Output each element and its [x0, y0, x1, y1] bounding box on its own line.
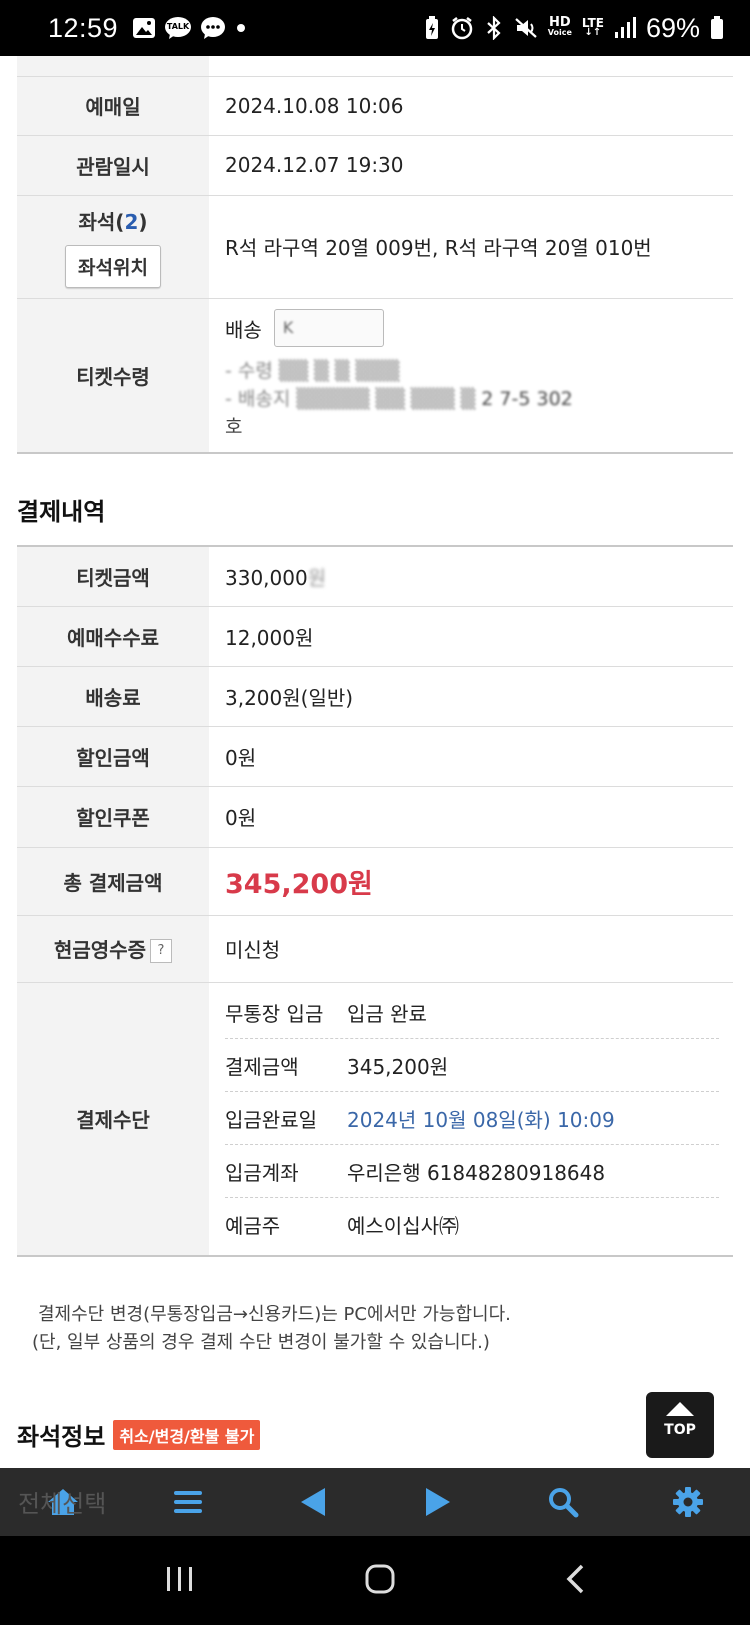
- back-button[interactable]: [283, 1472, 343, 1532]
- table-row: 관람일시 2024.12.07 19:30: [17, 135, 733, 196]
- seat-label: 좌석(2): [78, 209, 148, 234]
- arrow-up-icon: [666, 1402, 694, 1416]
- recent-apps-button[interactable]: [164, 1565, 196, 1597]
- recent-apps-icon: [167, 1566, 192, 1591]
- table-row: 예매일 2024.10.08 10:06: [17, 76, 733, 136]
- scroll-top-button[interactable]: TOP: [646, 1392, 714, 1458]
- menu-button[interactable]: [158, 1472, 218, 1532]
- table-row: [17, 56, 733, 77]
- chevron-left-icon: [566, 1564, 584, 1593]
- pay-row-type: 무통장 입금 입금 완료: [225, 986, 719, 1040]
- row-value: 2024.12.07 19:30: [209, 135, 733, 196]
- kakaotalk-icon: TALK: [164, 16, 192, 40]
- forward-button[interactable]: [408, 1472, 468, 1532]
- payment-table: 티켓금액 330,000원 예매수수료 12,000원 배송료 3,200원(일…: [17, 545, 733, 1257]
- search-button[interactable]: [533, 1472, 593, 1532]
- booking-info-table: 예매일 2024.10.08 10:06 관람일시 2024.12.07 19:…: [17, 56, 733, 454]
- clock: 12:59: [48, 12, 119, 43]
- gear-icon: [672, 1487, 703, 1517]
- seat-location-button[interactable]: 좌석위치: [65, 244, 161, 288]
- row-label: 예매일: [17, 76, 209, 136]
- pay-row-deposit-date: 입금완료일 2024년 10월 08일(화) 10:09: [225, 1092, 719, 1146]
- battery-icon: [710, 16, 724, 40]
- payment-method-label: 결제수단: [17, 982, 209, 1257]
- lte-icon: LTE ↓↑: [581, 16, 604, 38]
- signal-icon: [614, 17, 636, 39]
- talk-label: TALK: [166, 22, 190, 31]
- table-row: 배송료 3,200원(일반): [17, 666, 733, 727]
- pay-row-amount: 결제금액 345,200원: [225, 1039, 719, 1093]
- cash-receipt-row: 현금영수증? 미신청: [17, 915, 733, 983]
- alarm-icon: [450, 16, 474, 40]
- search-icon: [548, 1488, 578, 1518]
- payment-section-title: 결제내역: [17, 498, 106, 526]
- browser-toolbar: 전체선택: [0, 1468, 750, 1536]
- bluetooth-icon: [484, 16, 504, 40]
- row-value: 2024.10.08 10:06: [209, 76, 733, 136]
- gallery-icon: [132, 17, 156, 39]
- receipt-line-1: - 수령 ▒▒ ▒ ▒ ▒▒▒: [225, 360, 400, 383]
- system-nav-bar: [0, 1536, 750, 1625]
- seat-info-title: 좌석정보: [17, 1423, 106, 1451]
- delivery-method-select[interactable]: K: [273, 309, 384, 348]
- arrow-left-icon: [300, 1488, 325, 1516]
- delivery-method: 배송 K: [225, 309, 733, 348]
- table-row: 할인쿠폰 0원: [17, 786, 733, 848]
- payment-notice: 결제수단 변경(무통장입금→신용카드)는 PC에서만 가능합니다. (단, 일부…: [32, 1304, 511, 1353]
- row-label: 관람일시: [17, 135, 209, 196]
- cash-receipt-label: 현금영수증: [54, 937, 146, 962]
- dot-icon: [234, 21, 248, 35]
- status-bar: 12:59 TALK HD Voice LTE ↓↑ 69%: [0, 0, 750, 56]
- cash-receipt-value: 미신청: [209, 915, 733, 983]
- help-icon[interactable]: ?: [150, 939, 172, 964]
- seat-row: 좌석(2) 좌석위치 R석 라구역 20열 009번, R석 라구역 20열 0…: [17, 195, 733, 299]
- payment-method-row: 결제수단 무통장 입금 입금 완료 결제금액 345,200원 입금완료일 20…: [17, 982, 733, 1257]
- pay-row-account: 입금계좌 우리은행 61848280918648: [225, 1145, 719, 1199]
- no-refund-badge: 취소/변경/환불 불가: [113, 1419, 261, 1450]
- home-circle-icon: [365, 1564, 395, 1593]
- settings-button[interactable]: [658, 1472, 718, 1532]
- battery-saver-icon: [424, 16, 440, 40]
- hd-voice-icon: HD Voice: [547, 15, 572, 37]
- partial-select-all-text: 전체선택: [18, 1490, 107, 1518]
- table-row: 티켓금액 330,000원: [17, 545, 733, 607]
- seat-info-header: 좌석정보 취소/변경/환불 불가: [17, 1417, 750, 1452]
- seat-count: 2: [124, 209, 139, 234]
- pay-row-holder: 예금주 예스이십사㈜: [225, 1214, 459, 1239]
- ticket-receipt-row: 티켓수령 배송 K - 수령 ▒▒ ▒ ▒ ▒▒▒ - 배송지 ▒▒▒▒▒ ▒▒…: [17, 298, 733, 454]
- battery-percent: 69%: [645, 12, 700, 43]
- arrow-right-icon: [425, 1488, 450, 1516]
- delivery-method-label: 배송: [225, 317, 262, 342]
- hamburger-icon: [173, 1491, 202, 1513]
- total-row: 총 결제금액 345,200원: [17, 847, 733, 916]
- seat-value: R석 라구역 20열 009번, R석 라구역 20열 010번: [209, 195, 733, 299]
- message-icon: [200, 16, 226, 40]
- receipt-line-2: - 배송지 ▒▒▒▒▒ ▒▒ ▒▒▒ ▒ 2 7-5 302: [225, 388, 573, 411]
- page-content[interactable]: 예매일 2024.10.08 10:06 관람일시 2024.12.07 19:…: [0, 56, 750, 1468]
- mute-icon: [514, 16, 538, 40]
- ticket-receipt-label: 티켓수령: [17, 298, 209, 454]
- receipt-line-3: 호: [225, 416, 243, 439]
- back-nav-button[interactable]: [564, 1563, 586, 1599]
- total-amount: 345,200원: [225, 868, 373, 900]
- table-row: 할인금액 0원: [17, 726, 733, 787]
- table-row: 예매수수료 12,000원: [17, 606, 733, 667]
- total-label: 총 결제금액: [17, 847, 209, 916]
- home-nav-button[interactable]: [364, 1563, 396, 1599]
